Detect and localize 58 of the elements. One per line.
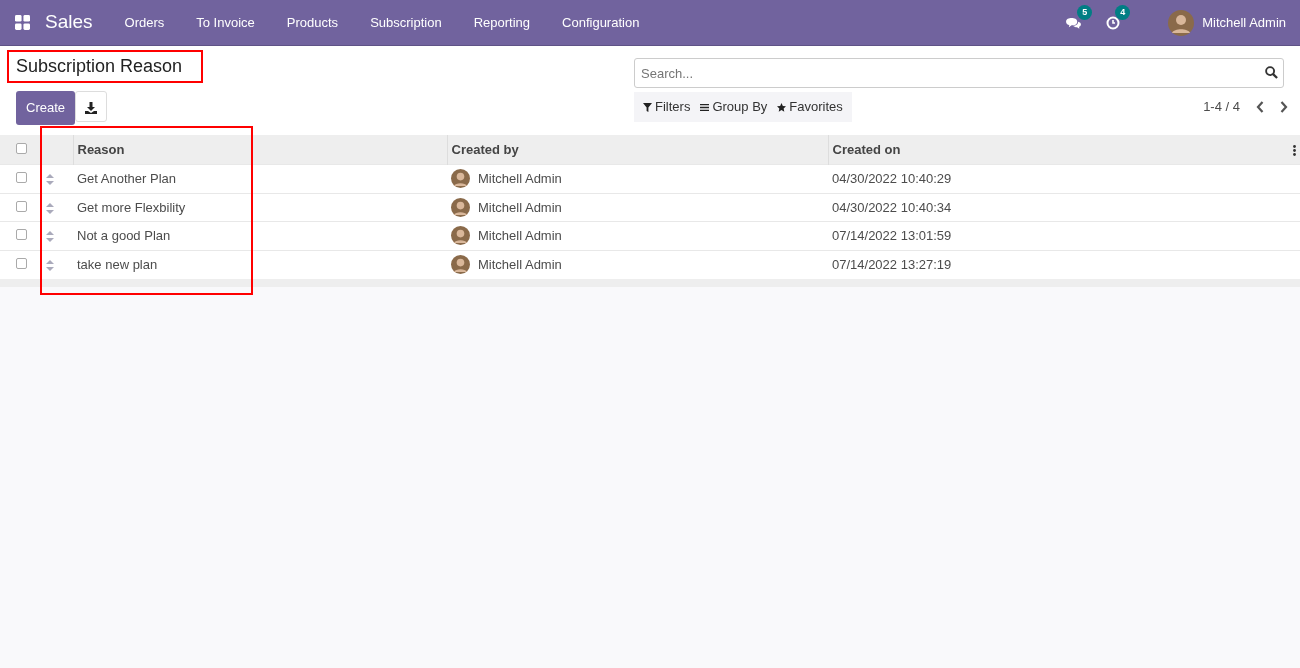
pager-value: 1-4 / 4 [1203,98,1240,117]
list-icon [700,102,710,112]
avatar-icon[interactable] [1168,9,1195,36]
drag-handle-icon[interactable] [46,174,54,186]
drag-handle-icon[interactable] [46,231,54,243]
avatar-icon [451,255,470,274]
row-checkbox[interactable] [16,257,27,269]
star-icon [777,102,787,112]
menu-item[interactable]: Subscription [370,12,442,33]
download-icon [85,101,98,114]
creator-name: Mitchell Admin [478,255,562,274]
reason-cell: take new plan [77,256,158,272]
created-on-cell: 04/30/2022 10:40:29 [832,171,952,186]
column-header[interactable]: Created on [828,134,1289,165]
avatar-icon [451,197,470,217]
row-checkbox[interactable] [16,200,27,212]
apps-menu-icon[interactable] [14,15,31,30]
menu-item[interactable]: Reporting [473,12,531,33]
created-on-cell: 07/14/2022 13:01:59 [832,228,952,243]
previous-icon[interactable] [1256,101,1264,113]
avatar-icon [451,169,470,189]
row-checkbox[interactable] [16,172,27,183]
next-icon[interactable] [1280,101,1288,113]
menu-item[interactable]: Configuration [562,12,640,33]
create-button[interactable]: Create [16,91,76,125]
reason-cell: Get more Flexbility [77,199,186,215]
creator-name: Mitchell Admin [478,170,562,188]
creator-name: Mitchell Admin [478,227,562,245]
drag-handle-icon[interactable] [46,259,54,271]
chat-icon[interactable] [1065,16,1083,30]
filter-icon [643,102,652,112]
menu-item[interactable]: Orders [124,12,165,33]
reason-cell: Not a good Plan [77,228,171,243]
download-button[interactable] [75,91,108,122]
created-on-cell: 07/14/2022 13:27:19 [832,256,952,272]
creator-name: Mitchell Admin [478,198,562,217]
clock-icon[interactable] [1106,16,1121,31]
filter-toolbar-button[interactable]: Filters [638,97,696,117]
row-checkbox[interactable] [16,229,27,240]
avatar-icon [451,226,470,246]
column-header[interactable]: Created by [447,134,828,165]
select-all-checkbox[interactable] [16,142,27,154]
menu-item[interactable]: To Invoice [196,12,255,33]
activity-count-badge: 4 [1115,4,1131,21]
user-name[interactable]: Mitchell Admin [1202,12,1286,33]
page-title: Subscription Reason [16,56,184,77]
filter-toolbar-button[interactable]: Group By [695,97,773,117]
drag-handle-icon[interactable] [46,202,54,214]
search-field[interactable]: Search... [634,58,1284,88]
menu-item[interactable]: Products [286,12,339,33]
app-name[interactable]: Sales [45,8,93,37]
filter-toolbar-button[interactable]: Favorites [772,97,848,117]
search-icon [1265,66,1278,79]
more-options-icon[interactable] [1293,144,1296,156]
column-header[interactable]: Reason [73,134,447,165]
created-on-cell: 04/30/2022 10:40:34 [832,199,952,215]
reason-cell: Get Another Plan [77,171,176,186]
message-count-badge: 5 [1077,4,1093,21]
